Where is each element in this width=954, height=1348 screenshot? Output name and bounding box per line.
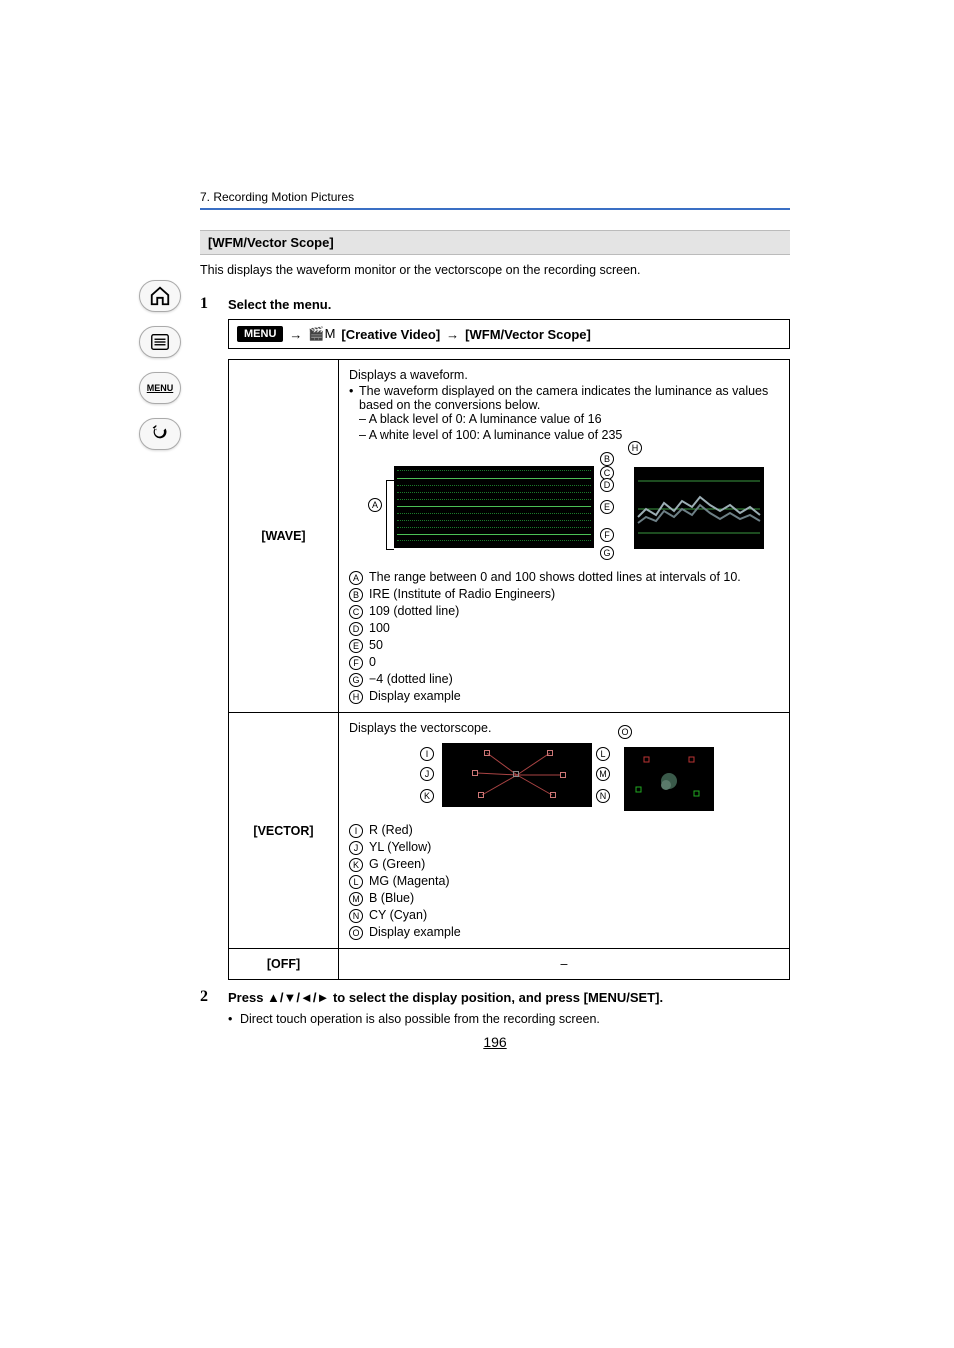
waveform-box	[394, 466, 594, 548]
step-1-text: Select the menu.	[228, 295, 331, 312]
step-2-note-text: Direct touch operation is also possible …	[240, 1012, 600, 1026]
table-row: [WAVE] Displays a waveform. • The wavefo…	[229, 360, 790, 713]
table-row: [VECTOR] Displays the vectorscope.	[229, 713, 790, 949]
intro-text: This displays the waveform monitor or th…	[200, 263, 790, 277]
callout-O: O	[618, 725, 632, 739]
vectorscope-box	[442, 743, 592, 807]
menu-item-2: [WFM/Vector Scope]	[465, 327, 591, 342]
callout-J: J	[420, 767, 434, 781]
back-arrow-icon	[149, 423, 171, 445]
callout-text-N: CY (Cyan)	[369, 908, 427, 922]
callout-H: H	[628, 441, 642, 455]
callout-text-I: R (Red)	[369, 823, 413, 837]
callout-G: G	[600, 546, 614, 560]
callout-A: A	[368, 498, 382, 512]
page-content: 7. Recording Motion Pictures [WFM/Vector…	[200, 190, 790, 1050]
sidebar: MENU	[135, 280, 185, 450]
menu-label: MENU	[147, 383, 174, 393]
callout-text-C: 109 (dotted line)	[369, 604, 459, 618]
waveform-diagram: A B C D E F G H	[349, 452, 779, 562]
toc-button[interactable]	[139, 326, 181, 358]
arrow-icon: →	[446, 327, 459, 342]
callout-text-D: 100	[369, 621, 390, 635]
callout-N: N	[596, 789, 610, 803]
wave-description: Displays a waveform. • The waveform disp…	[339, 360, 790, 713]
option-off: [OFF]	[229, 949, 339, 980]
callout-text-M: B (Blue)	[369, 891, 414, 905]
step-2-number: 2	[200, 988, 228, 1006]
wave-p2: The waveform displayed on the camera ind…	[359, 384, 779, 412]
callout-text-O: Display example	[369, 925, 461, 939]
step-1: 1 Select the menu.	[200, 295, 790, 313]
callout-I: I	[420, 747, 434, 761]
step-2-text: Press ▲/▼/◄/► to select the display posi…	[228, 988, 663, 1005]
step-1-number: 1	[200, 295, 228, 313]
callout-F: F	[600, 528, 614, 542]
off-value: –	[339, 949, 790, 980]
vectorscope-sample	[624, 747, 714, 811]
option-vector: [VECTOR]	[229, 713, 339, 949]
video-mode-icon: 🎬M	[308, 326, 335, 342]
callout-E: E	[600, 500, 614, 514]
menu-path-box: MENU → 🎬M [Creative Video] → [WFM/Vector…	[228, 319, 790, 349]
callout-text-L: MG (Magenta)	[369, 874, 450, 888]
callout-text-J: YL (Yellow)	[369, 840, 431, 854]
callout-D: D	[600, 478, 614, 492]
waveform-sample	[634, 467, 764, 549]
callout-text-G: −4 (dotted line)	[369, 672, 453, 686]
step-2-note: •Direct touch operation is also possible…	[228, 1012, 790, 1026]
menu-item-1: [Creative Video]	[341, 327, 440, 342]
back-button[interactable]	[139, 418, 181, 450]
chapter-heading: 7. Recording Motion Pictures	[200, 190, 790, 208]
menu-badge: MENU	[237, 326, 283, 342]
wave-p3: – A black level of 0: A luminance value …	[349, 412, 779, 426]
home-button[interactable]	[139, 280, 181, 312]
callout-text-A: The range between 0 and 100 shows dotted…	[369, 570, 741, 584]
page-number[interactable]: 196	[200, 1034, 790, 1050]
options-table: [WAVE] Displays a waveform. • The wavefo…	[228, 359, 790, 980]
callout-text-K: G (Green)	[369, 857, 425, 871]
option-wave: [WAVE]	[229, 360, 339, 713]
callout-L: L	[596, 747, 610, 761]
callout-K: K	[420, 789, 434, 803]
vector-description: Displays the vectorscope.	[339, 713, 790, 949]
menu-button[interactable]: MENU	[139, 372, 181, 404]
home-icon	[149, 285, 171, 307]
vector-diagram: I J K L M N O	[349, 743, 779, 813]
callout-text-F: 0	[369, 655, 376, 669]
wave-bullet: • The waveform displayed on the camera i…	[349, 384, 779, 412]
divider	[200, 208, 790, 210]
callout-B: B	[600, 452, 614, 466]
callout-text-E: 50	[369, 638, 383, 652]
callout-text-H: Display example	[369, 689, 461, 703]
step-2: 2 Press ▲/▼/◄/► to select the display po…	[200, 988, 790, 1006]
list-icon	[149, 331, 171, 353]
wave-p1: Displays a waveform.	[349, 368, 779, 382]
wave-p4: – A white level of 100: A luminance valu…	[349, 428, 779, 442]
callout-M: M	[596, 767, 610, 781]
vector-p1: Displays the vectorscope.	[349, 721, 779, 735]
table-row: [OFF] –	[229, 949, 790, 980]
callout-text-B: IRE (Institute of Radio Engineers)	[369, 587, 555, 601]
arrow-icon: →	[289, 327, 302, 342]
section-title: [WFM/Vector Scope]	[200, 230, 790, 255]
